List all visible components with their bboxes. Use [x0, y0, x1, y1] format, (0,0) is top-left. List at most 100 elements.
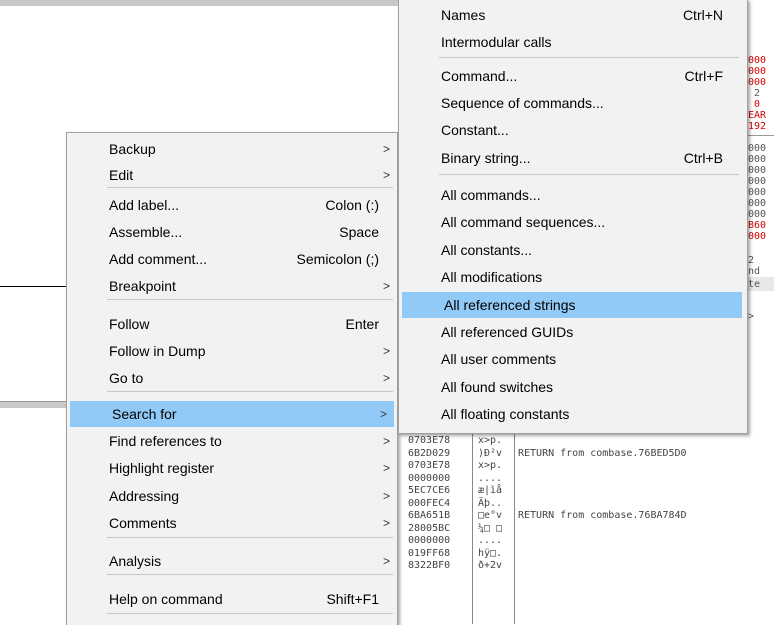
dump-ascii: Äþ..: [478, 497, 503, 509]
stack-dump-panel[interactable]: 6B20000..²v0000000....0703E78x>p.6B2D029…: [400, 408, 774, 624]
submenu-item-label: Names: [441, 7, 486, 23]
chevron-right-icon: >: [382, 434, 390, 448]
menu-separator: [439, 174, 739, 175]
dump-comment: RETURN from combase.76BED5D0: [518, 447, 687, 459]
chevron-right-icon: >: [382, 489, 390, 503]
dump-ascii: ....: [478, 535, 503, 546]
menu-item-label: Help on command: [109, 591, 223, 607]
dump-address[interactable]: 0703E78: [408, 460, 450, 472]
submenu-item-label: All user comments: [441, 351, 557, 367]
menu-item-label: Add label...: [109, 197, 180, 213]
menu-item-follow[interactable]: Follow Enter: [67, 311, 397, 337]
dump-address[interactable]: 5EC7CE6: [408, 485, 450, 497]
search-for-submenu: Names Ctrl+N Intermodular calls Command... C…: [398, 0, 748, 434]
submenu-item-label: All found switches: [441, 379, 554, 395]
submenu-item-sequence-of-commands[interactable]: Sequence of commands...: [399, 90, 747, 116]
panel-splitter[interactable]: [0, 401, 66, 408]
menu-item-add-comment[interactable]: Add comment... Semicolon (;): [67, 246, 397, 272]
menu-item-breakpoint[interactable]: Breakpoint >: [67, 273, 397, 299]
submenu-item-all-referenced-guids[interactable]: All referenced GUIDs: [399, 319, 747, 345]
submenu-item-all-referenced-strings[interactable]: All referenced strings: [402, 292, 742, 318]
menu-item-shortcut: Enter: [345, 316, 379, 332]
submenu-item-label: Sequence of commands...: [441, 95, 604, 111]
menu-item-label: Find references to: [109, 433, 222, 449]
submenu-item-all-constants[interactable]: All constants...: [399, 237, 747, 263]
menu-item-analysis[interactable]: Analysis >: [67, 548, 397, 574]
menu-item-find-references-to[interactable]: Find references to >: [67, 428, 397, 454]
menu-item-comments[interactable]: Comments >: [67, 510, 397, 536]
submenu-item-label: All referenced strings: [444, 297, 576, 313]
dump-address[interactable]: 0000000: [408, 473, 450, 485]
submenu-item-all-command-sequences[interactable]: All command sequences...: [399, 209, 747, 235]
dump-comment: RETURN from combase.76BA784D: [518, 510, 687, 521]
menu-item-help-on-command[interactable]: Help on command Shift+F1: [67, 586, 397, 612]
menu-item-highlight-register[interactable]: Highlight register >: [67, 455, 397, 481]
chevron-right-icon: >: [382, 142, 390, 156]
dump-address[interactable]: 000FEC4: [408, 498, 450, 510]
menu-separator: [439, 57, 739, 58]
chevron-right-icon: >: [382, 279, 390, 293]
dump-ascii: x>p.: [478, 460, 503, 471]
disassembly-context-menu: Backup > Edit > Add label... Colon (:) Assembl…: [66, 132, 398, 625]
submenu-item-label: Intermodular calls: [441, 34, 552, 50]
submenu-item-label: All referenced GUIDs: [441, 324, 574, 340]
chevron-right-icon: >: [382, 554, 390, 568]
menu-item-label: Addressing: [109, 488, 180, 504]
menu-item-label: Follow in Dump: [109, 343, 206, 359]
menu-separator: [107, 299, 393, 300]
menu-separator: [107, 613, 393, 614]
menu-item-label: Highlight register: [109, 460, 215, 476]
submenu-item-command[interactable]: Command... Ctrl+F: [399, 63, 747, 89]
submenu-item-label: Constant...: [441, 122, 509, 138]
submenu-item-all-commands[interactable]: All commands...: [399, 182, 747, 208]
submenu-item-all-found-switches[interactable]: All found switches: [399, 374, 747, 400]
menu-item-add-label[interactable]: Add label... Colon (:): [67, 192, 397, 218]
dump-ascii: )Ð²v: [478, 447, 503, 459]
dump-ascii: x>p.: [478, 435, 503, 446]
menu-item-label: Follow: [109, 316, 150, 332]
submenu-item-names[interactable]: Names Ctrl+N: [399, 2, 747, 28]
dump-address[interactable]: 28005BC: [408, 523, 450, 535]
submenu-item-shortcut: Ctrl+F: [684, 68, 724, 84]
dump-ascii: □e°v: [478, 510, 503, 521]
menu-item-go-to[interactable]: Go to >: [67, 365, 397, 391]
menu-item-addressing[interactable]: Addressing >: [67, 483, 397, 509]
menu-item-label: Add comment...: [109, 251, 208, 267]
submenu-item-binary-string[interactable]: Binary string... Ctrl+B: [399, 145, 747, 171]
menu-item-backup[interactable]: Backup >: [67, 136, 397, 162]
menu-item-label: Edit: [109, 167, 134, 183]
submenu-item-all-modifications[interactable]: All modifications: [399, 264, 747, 290]
submenu-item-all-floating-constants[interactable]: All floating constants: [399, 401, 747, 427]
submenu-item-label: All modifications: [441, 269, 543, 285]
menu-item-label: Go to: [109, 370, 144, 386]
menu-item-label: Backup: [109, 141, 156, 157]
dump-address[interactable]: 0703E78: [408, 435, 450, 447]
menu-item-label: Analysis: [109, 553, 162, 569]
dump-address[interactable]: 019FF68: [408, 548, 450, 560]
chevron-right-icon: >: [382, 371, 390, 385]
menu-item-label: Breakpoint: [109, 278, 176, 294]
dump-address[interactable]: 6BA651B: [408, 510, 450, 522]
chevron-right-icon: >: [382, 516, 390, 530]
dump-ascii: ð+2v: [478, 560, 503, 571]
dump-address[interactable]: 8322BF0: [408, 560, 450, 572]
menu-item-assemble[interactable]: Assemble... Space: [67, 219, 397, 245]
submenu-item-label: Binary string...: [441, 150, 531, 166]
menu-item-follow-in-dump[interactable]: Follow in Dump >: [67, 338, 397, 364]
menu-item-search-for[interactable]: Search for >: [70, 401, 394, 427]
chevron-right-icon: >: [382, 168, 390, 182]
submenu-item-constant[interactable]: Constant...: [399, 117, 747, 143]
menu-item-shortcut: Colon (:): [325, 197, 379, 213]
submenu-item-all-user-comments[interactable]: All user comments: [399, 346, 747, 372]
submenu-item-label: Command...: [441, 68, 518, 84]
dump-address[interactable]: 6B2D029: [408, 448, 450, 460]
menu-item-edit[interactable]: Edit >: [67, 162, 397, 188]
submenu-item-label: All floating constants: [441, 406, 570, 422]
menu-separator: [107, 574, 393, 575]
dump-ascii: æ|ìå: [478, 485, 503, 496]
dump-address[interactable]: 0000000: [408, 535, 450, 547]
submenu-item-intermodular-calls[interactable]: Intermodular calls: [399, 29, 747, 55]
menu-item-label: Search for: [112, 406, 177, 422]
menu-item-shortcut: Space: [339, 224, 379, 240]
menu-item-label: Assemble...: [109, 224, 183, 240]
